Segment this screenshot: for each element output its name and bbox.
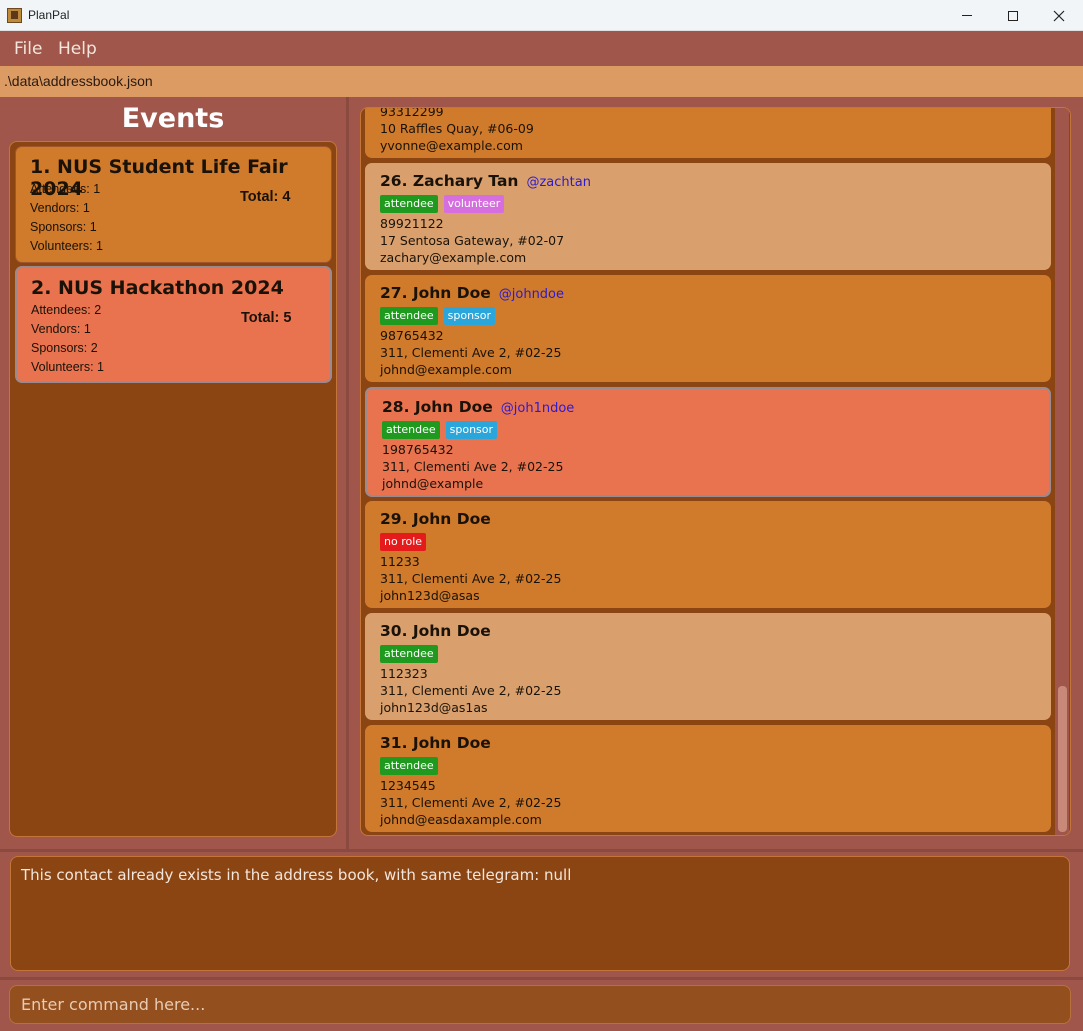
event-sponsors: Sponsors: 1 bbox=[30, 220, 97, 234]
title-bar: PlanPal bbox=[0, 0, 1083, 31]
event-vendors: Vendors: 1 bbox=[30, 201, 90, 215]
contact-header: 27. John Doe @johndoe bbox=[380, 283, 564, 302]
contacts-panel: 93312299 10 Raffles Quay, #06-09 yvonne@… bbox=[349, 97, 1083, 849]
contact-list[interactable]: 93312299 10 Raffles Quay, #06-09 yvonne@… bbox=[360, 107, 1071, 836]
menu-file[interactable]: File bbox=[14, 39, 42, 59]
command-input[interactable] bbox=[9, 985, 1071, 1024]
contact-telegram: @zachtan bbox=[526, 175, 591, 190]
horizontal-divider bbox=[0, 849, 1083, 852]
event-volunteers: Volunteers: 1 bbox=[30, 239, 103, 253]
contact-header: 30. John Doe bbox=[380, 621, 491, 640]
close-icon bbox=[1053, 10, 1065, 21]
contact-email: johnd@easdaxample.com bbox=[380, 812, 542, 827]
role-tag: attendee bbox=[382, 421, 440, 439]
events-heading: Events bbox=[121, 103, 225, 134]
event-list[interactable]: 1. NUS Student Life Fair 2024 Attendees:… bbox=[9, 141, 337, 837]
app-icon bbox=[7, 8, 22, 23]
contact-card[interactable]: 26. Zachary Tan @zachtan attendee volunte… bbox=[365, 163, 1051, 270]
contact-phone: 112323 bbox=[380, 666, 428, 681]
contact-name: 29. John Doe bbox=[380, 510, 491, 528]
contact-address: 311, Clementi Ave 2, #02-25 bbox=[380, 345, 562, 360]
event-attendees: Attendees: 2 bbox=[31, 303, 102, 317]
maximize-icon bbox=[1008, 10, 1018, 21]
contact-phone: 98765432 bbox=[380, 328, 444, 343]
event-card[interactable]: 1. NUS Student Life Fair 2024 Attendees:… bbox=[15, 146, 332, 263]
contact-card[interactable]: 31. John Doe attendee 1234545 311, Cleme… bbox=[365, 725, 1051, 832]
contact-address: 17 Sentosa Gateway, #02-07 bbox=[380, 233, 565, 248]
contact-card-selected[interactable]: 28. John Doe @joh1ndoe attendee sponsor 1… bbox=[365, 387, 1051, 497]
contact-phone: 93312299 bbox=[380, 107, 444, 119]
contact-tags: attendee sponsor bbox=[380, 307, 496, 325]
contact-header: 28. John Doe @joh1ndoe bbox=[382, 397, 574, 416]
events-panel: Events 1. NUS Student Life Fair 2024 Att… bbox=[0, 97, 346, 849]
data-file-path: .\data\addressbook.json bbox=[4, 73, 153, 89]
event-total: Total: 4 bbox=[240, 189, 291, 205]
event-sponsors: Sponsors: 2 bbox=[31, 341, 98, 355]
contact-name: 26. Zachary Tan bbox=[380, 172, 519, 190]
contact-tags: attendee bbox=[380, 757, 438, 775]
contact-address: 311, Clementi Ave 2, #02-25 bbox=[382, 459, 564, 474]
status-path-bar: .\data\addressbook.json bbox=[0, 66, 1083, 97]
contact-email: johnd@example bbox=[382, 476, 484, 491]
event-attendees: Attendees: 1 bbox=[30, 182, 101, 196]
contact-email: john123d@asas bbox=[380, 588, 480, 603]
scrollbar-thumb[interactable] bbox=[1058, 686, 1067, 832]
contact-header: 31. John Doe bbox=[380, 733, 491, 752]
role-tag: volunteer bbox=[443, 195, 505, 213]
contact-tags: attendee bbox=[380, 645, 438, 663]
contact-header: 26. Zachary Tan @zachtan bbox=[380, 171, 591, 190]
close-button[interactable] bbox=[1036, 0, 1082, 31]
contact-phone: 11233 bbox=[380, 554, 420, 569]
contact-telegram: @joh1ndoe bbox=[500, 401, 575, 416]
contact-header: 29. John Doe bbox=[380, 509, 491, 528]
role-tag: sponsor bbox=[445, 421, 498, 439]
contact-address: 311, Clementi Ave 2, #02-25 bbox=[380, 571, 562, 586]
role-tag: attendee bbox=[380, 195, 438, 213]
contact-card[interactable]: 30. John Doe attendee 112323 311, Clemen… bbox=[365, 613, 1051, 720]
contact-phone: 198765432 bbox=[382, 442, 454, 457]
contact-card[interactable]: 27. John Doe @johndoe attendee sponsor 98… bbox=[365, 275, 1051, 382]
contact-list-scrollbar[interactable] bbox=[1055, 108, 1069, 835]
horizontal-divider bbox=[0, 977, 1083, 980]
contact-phone: 1234545 bbox=[380, 778, 436, 793]
event-total: Total: 5 bbox=[241, 310, 292, 326]
contact-email: zachary@example.com bbox=[380, 250, 527, 265]
contact-name: 31. John Doe bbox=[380, 734, 491, 752]
role-tag: attendee bbox=[380, 757, 438, 775]
menu-help[interactable]: Help bbox=[58, 39, 97, 59]
contact-email: john123d@as1as bbox=[380, 700, 488, 715]
contact-address: 10 Raffles Quay, #06-09 bbox=[380, 121, 534, 136]
menu-bar: File Help bbox=[0, 31, 1083, 66]
result-message: This contact already exists in the addre… bbox=[21, 866, 572, 884]
maximize-button[interactable] bbox=[990, 0, 1036, 31]
minimize-button[interactable] bbox=[944, 0, 990, 31]
contact-name: 28. John Doe bbox=[382, 398, 493, 416]
role-tag: no role bbox=[380, 533, 427, 551]
contact-name: 27. John Doe bbox=[380, 284, 491, 302]
contact-card[interactable]: 93312299 10 Raffles Quay, #06-09 yvonne@… bbox=[365, 107, 1051, 158]
contact-card[interactable]: 29. John Doe no role 11233 311, Clementi… bbox=[365, 501, 1051, 608]
event-vendors: Vendors: 1 bbox=[31, 322, 91, 336]
role-tag: attendee bbox=[380, 645, 438, 663]
role-tag: sponsor bbox=[443, 307, 496, 325]
contact-name: 30. John Doe bbox=[380, 622, 491, 640]
event-name: 2. NUS Hackathon 2024 bbox=[31, 277, 284, 299]
window-title: PlanPal bbox=[28, 8, 70, 22]
event-volunteers: Volunteers: 1 bbox=[31, 360, 104, 374]
contact-tags: no role bbox=[380, 533, 427, 551]
contact-address: 311, Clementi Ave 2, #02-25 bbox=[380, 683, 562, 698]
minimize-icon bbox=[962, 15, 972, 16]
contact-email: yvonne@example.com bbox=[380, 138, 523, 153]
contact-tags: attendee volunteer bbox=[380, 195, 505, 213]
result-display[interactable]: This contact already exists in the addre… bbox=[10, 856, 1070, 971]
contact-address: 311, Clementi Ave 2, #02-25 bbox=[380, 795, 562, 810]
event-card-selected[interactable]: 2. NUS Hackathon 2024 Attendees: 2 Vendo… bbox=[15, 266, 332, 383]
contact-telegram: @johndoe bbox=[498, 287, 565, 302]
contact-email: johnd@example.com bbox=[380, 362, 512, 377]
role-tag: attendee bbox=[380, 307, 438, 325]
contact-tags: attendee sponsor bbox=[382, 421, 498, 439]
contact-phone: 89921122 bbox=[380, 216, 444, 231]
